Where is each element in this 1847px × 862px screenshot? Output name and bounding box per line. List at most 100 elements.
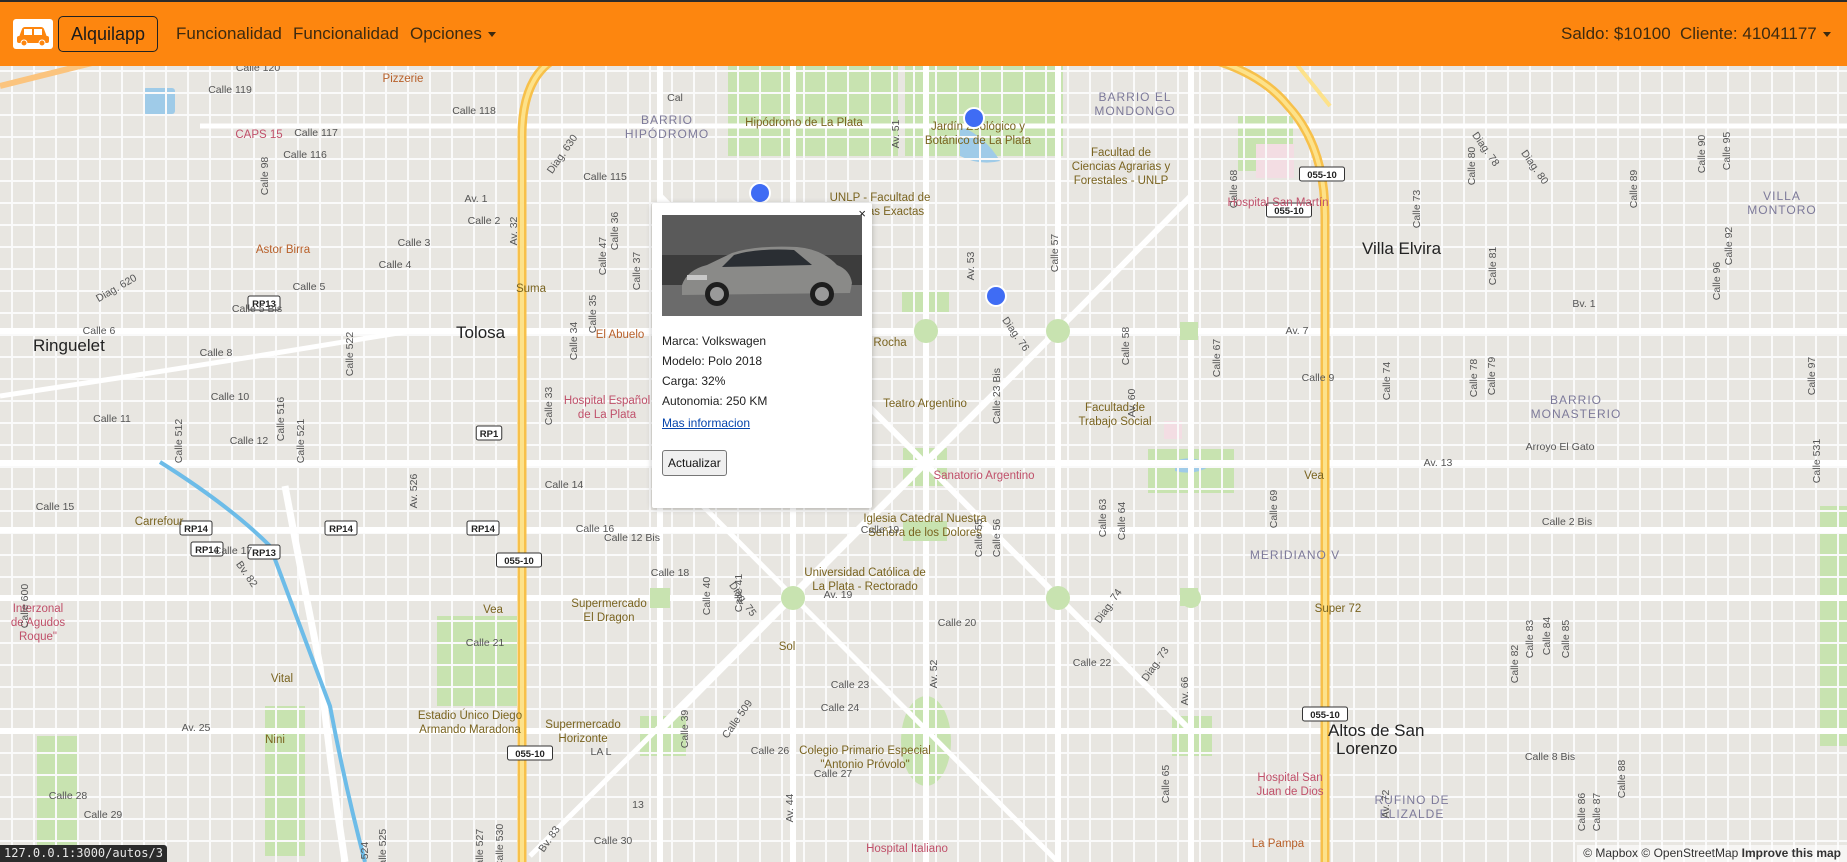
nav-dropdown-opciones[interactable]: Opciones: [410, 24, 496, 44]
car-marker[interactable]: [985, 285, 1007, 307]
poi-label: Trabajo Social: [1078, 416, 1151, 428]
poi-label: El Dragon: [583, 612, 634, 624]
street-label: Calle 65: [1160, 765, 1172, 804]
street-label: Calle 525: [377, 829, 389, 862]
poi-label: CAPS 15: [235, 129, 282, 141]
street-label: Calle 2: [468, 215, 501, 227]
navbar: Alquilapp Funcionalidad Funcionalidad Op…: [0, 0, 1847, 66]
route-shield: 055-10: [507, 745, 553, 761]
poi-label: Vital: [271, 673, 293, 685]
svg-text:055-10: 055-10: [1310, 710, 1340, 721]
status-url: 127.0.0.1:3000/autos/3: [0, 845, 167, 862]
street-label: Calle 6: [83, 325, 116, 337]
poi-label: Supermercado: [571, 598, 646, 610]
attribution-osm[interactable]: © OpenStreetMap: [1641, 846, 1738, 860]
place-label: VILLA: [1763, 189, 1801, 203]
route-shield: 055-10: [496, 552, 542, 568]
attribution-mapbox[interactable]: © Mapbox: [1583, 846, 1638, 860]
street-label: Calle 64: [1116, 502, 1128, 541]
street-label: Calle 95: [1721, 132, 1733, 171]
svg-text:RP1: RP1: [480, 429, 499, 440]
street-label: Calle 117: [294, 127, 338, 139]
street-label: Calle 98: [259, 157, 271, 196]
street-label: Calle 30: [594, 835, 633, 847]
street-label: Calle 85: [1560, 620, 1572, 659]
poi-label: Astor Birra: [256, 244, 311, 256]
map-canvas[interactable]: RP13RP13RP13RP14RP14RP14RP14RP1055-10055…: [0, 66, 1847, 862]
popup-autonomia: Autonomia: 250 KM: [662, 394, 768, 408]
place-label: MONDONGO: [1094, 104, 1175, 118]
car-marker[interactable]: [963, 107, 985, 129]
poi-label: Supermercado: [545, 719, 620, 731]
poi-label: Botánico de La Plata: [925, 135, 1032, 147]
street-label: Av. 44: [784, 793, 796, 822]
nav-link-funcionalidad-2[interactable]: Funcionalidad: [293, 24, 399, 44]
street-label: Calle 116: [283, 149, 327, 161]
poi-label: Pizzerie: [383, 73, 424, 85]
street-label: Calle 69: [1268, 490, 1280, 529]
street-label: Calle 56: [991, 519, 1003, 558]
street-label: Calle 27: [814, 768, 853, 780]
street-label: Av. 66: [1179, 676, 1191, 705]
street-label: Calle 527: [474, 829, 486, 862]
street-label: Av. 51: [890, 119, 902, 148]
map-svg: RP13RP13RP13RP14RP14RP14RP14RP1055-10055…: [0, 66, 1847, 862]
street-label: Calle 55: [973, 519, 985, 558]
poi-label: Estadio Único Diego: [418, 709, 522, 722]
street-label: Calle 73: [1411, 190, 1423, 229]
svg-text:055-10: 055-10: [504, 556, 534, 567]
street-label: Av. 60: [1126, 388, 1138, 417]
street-label: Av. 52: [928, 659, 940, 688]
street-label: Calle 524: [359, 842, 371, 862]
street-label: Cal: [667, 92, 683, 104]
street-label: Calle 24: [821, 702, 860, 714]
street-label: Calle 17: [214, 545, 253, 557]
svg-text:RP14: RP14: [471, 524, 495, 535]
route-shield: RP14: [324, 520, 358, 536]
poi-label: Armando Maradona: [419, 724, 521, 736]
street-label: Calle 119: [208, 84, 252, 96]
street-label: Calle 2 Bis: [1542, 516, 1592, 528]
street-label: Calle 67: [1211, 339, 1223, 378]
cliente-dropdown[interactable]: Cliente: 41041177: [1680, 24, 1831, 44]
place-label: HIPÓDROMO: [625, 126, 709, 141]
car-popup: × Marca: Volkswagen Modelo: Polo 2018 Ca…: [652, 203, 872, 508]
svg-text:055-10: 055-10: [1307, 170, 1337, 181]
street-label: Calle 3: [398, 237, 431, 249]
street-label: Calle 87: [1591, 793, 1603, 832]
car-marker-selected[interactable]: [749, 182, 771, 204]
actualizar-button[interactable]: Actualizar: [662, 450, 727, 476]
street-label: Calle 115: [583, 171, 627, 183]
brand-button[interactable]: Alquilapp: [58, 16, 159, 52]
street-label: Calle 74: [1381, 362, 1393, 401]
street-label: Av. 53: [965, 251, 977, 280]
poi-label: Hospital Italiano: [866, 843, 948, 855]
nav-link-funcionalidad-1[interactable]: Funcionalidad: [176, 24, 282, 44]
poi-label: Facultad de: [1091, 147, 1151, 159]
poi-label: Juan de Dios: [1256, 786, 1323, 798]
street-label: Av. 13: [1424, 457, 1453, 469]
street-label: Calle 97: [1806, 357, 1818, 396]
svg-text:055-10: 055-10: [515, 749, 545, 760]
street-label: Av. 32: [508, 216, 520, 245]
street-label: Calle 530: [494, 824, 506, 862]
street-label: Calle 96: [1711, 262, 1723, 301]
street-label: Calle 600: [19, 584, 31, 629]
street-label: Calle 29: [84, 809, 123, 821]
poi-label: Ciencias Agrarias y: [1072, 161, 1171, 173]
street-label: Calle 37: [631, 252, 643, 291]
street-label: Calle 522: [344, 332, 356, 377]
mas-informacion-link[interactable]: Mas informacion: [662, 416, 750, 430]
street-label: Calle 23: [831, 679, 870, 691]
poi-label: Hipódromo de La Plata: [745, 117, 863, 129]
street-label: Calle 57: [1049, 234, 1061, 273]
street-label: Av. 72: [1380, 789, 1392, 818]
car-icon[interactable]: [13, 19, 53, 49]
improve-map-link[interactable]: Improve this map: [1742, 846, 1841, 860]
street-label: Calle 83: [1524, 620, 1536, 659]
street-label: Av. 19: [824, 589, 853, 601]
street-label: Calle 5: [293, 281, 326, 293]
street-label: 13: [632, 799, 644, 811]
street-label: Calle 18: [651, 567, 690, 579]
street-label: Calle 81: [1487, 247, 1499, 286]
